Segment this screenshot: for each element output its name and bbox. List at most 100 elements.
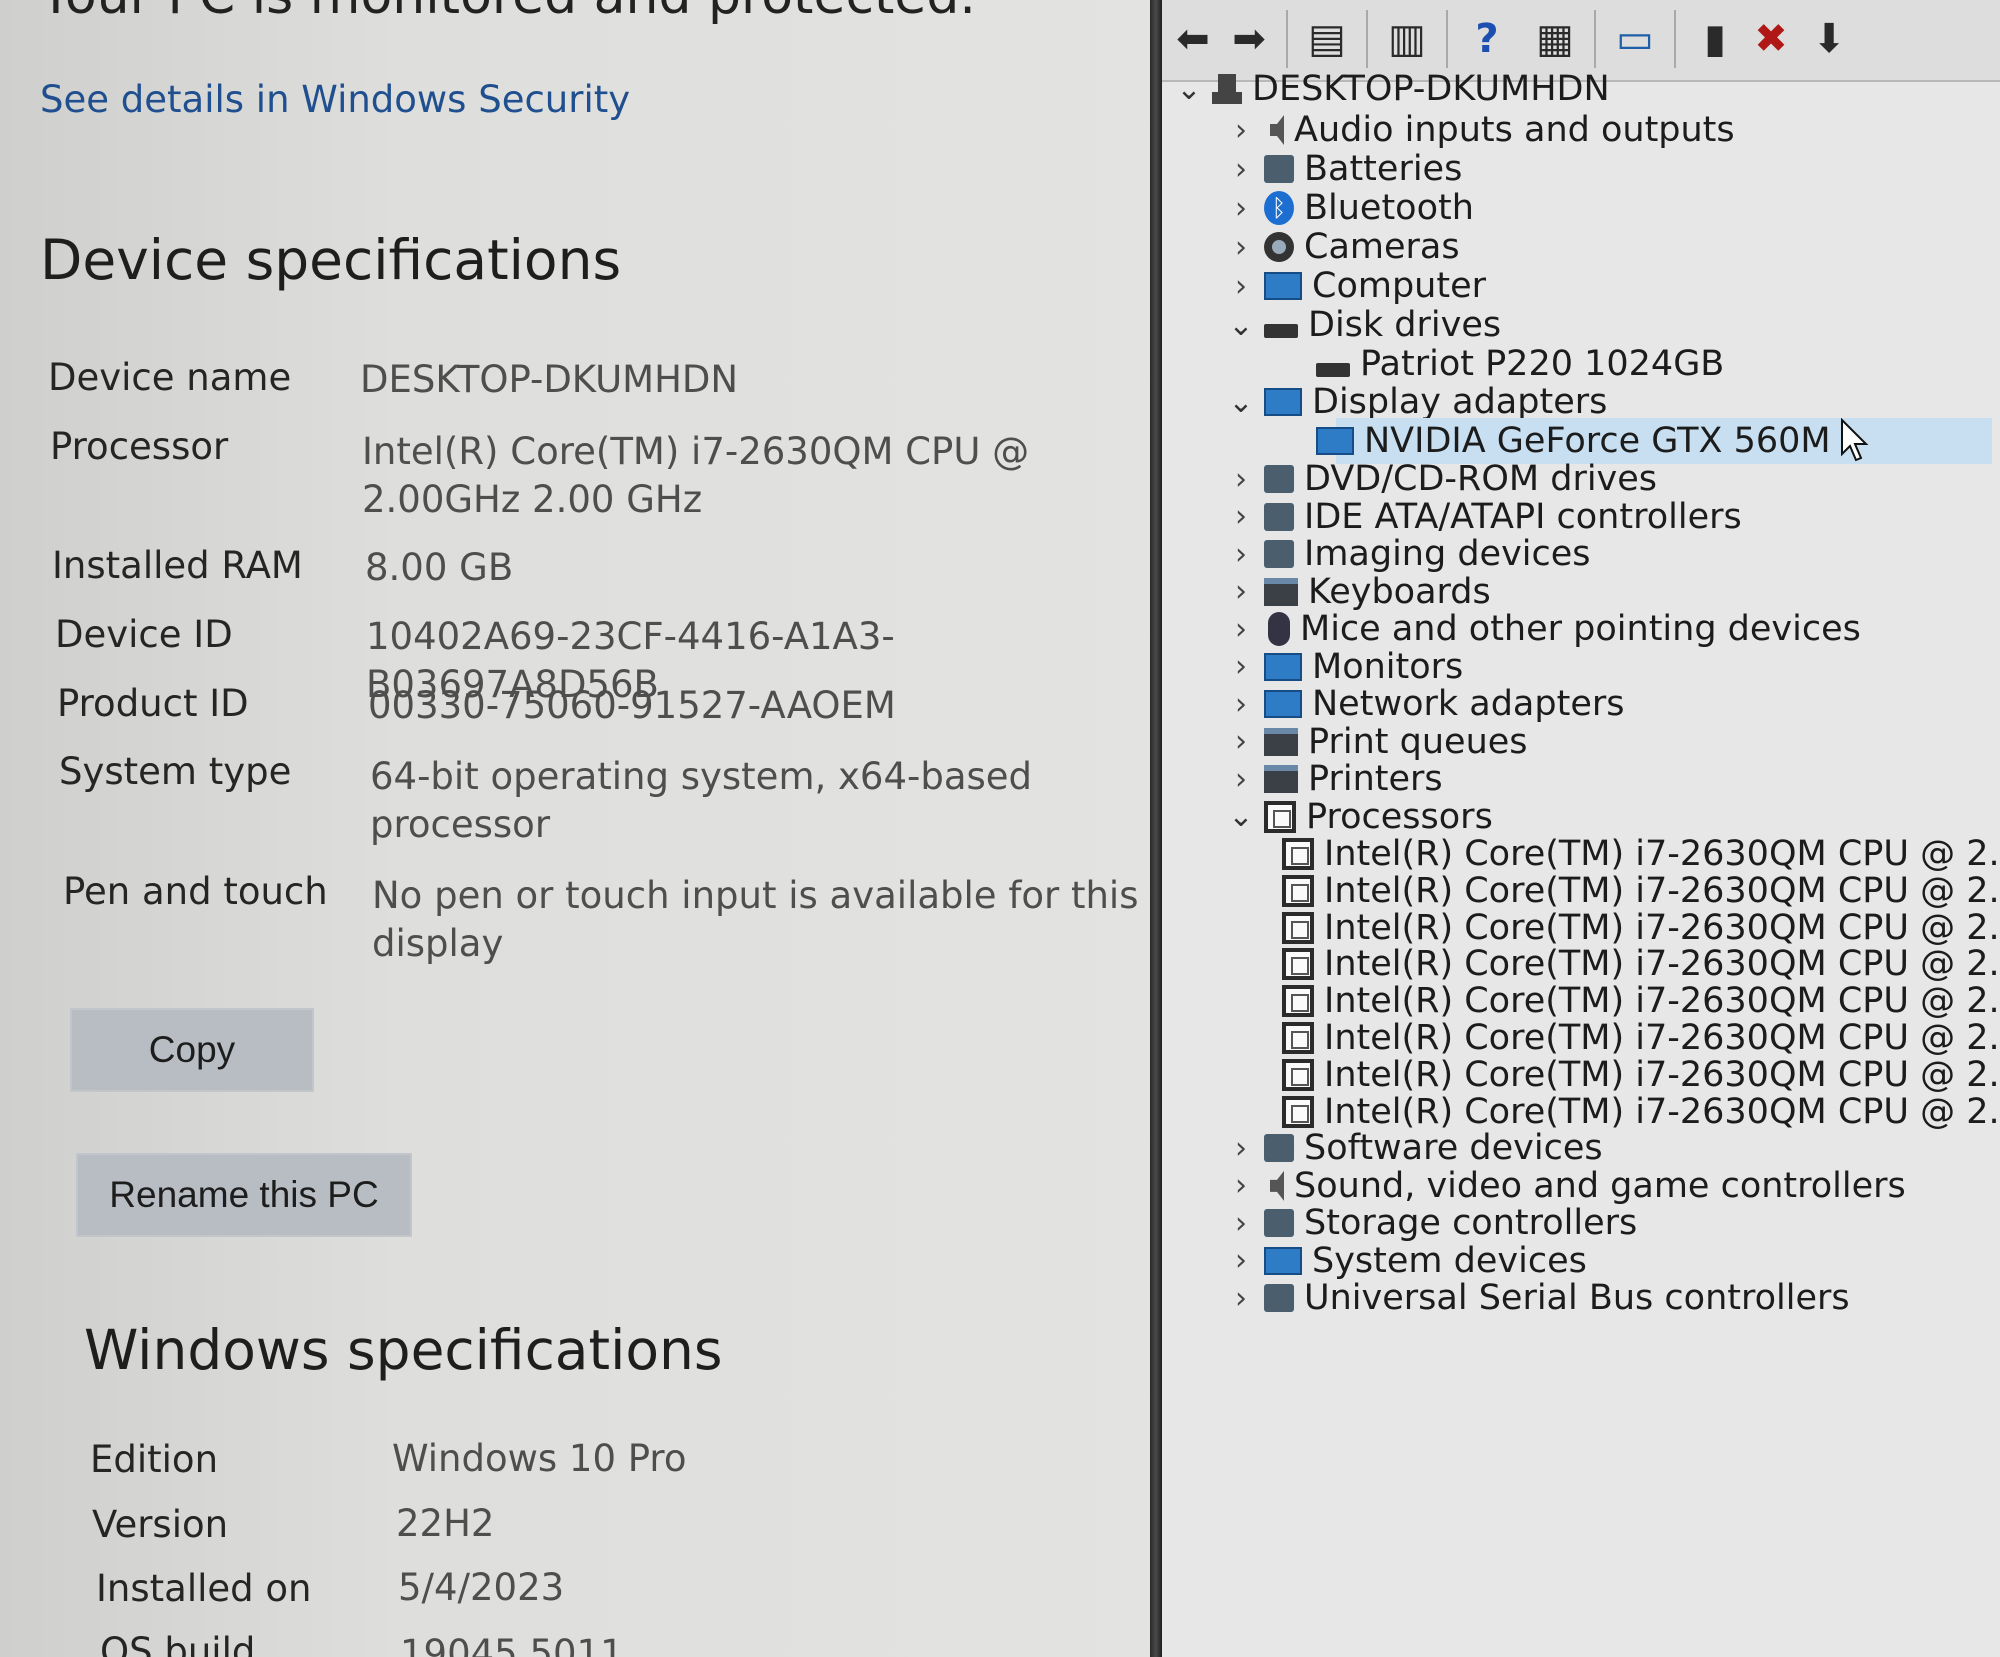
chevron-right-icon[interactable]: › — [1224, 537, 1258, 572]
device-manager-window: ⬅ ➡ ▤ ▥ ? ▦ ▭ ▮ ✖ ⬇ ⌄ DESKTOP-DKUMHDN › Aud… — [1162, 0, 2000, 1657]
arrow-right-icon[interactable]: ➡ — [1224, 14, 1274, 64]
spec-label-installed-ram: Installed RAM — [52, 544, 303, 587]
keyboard-icon — [1264, 577, 1298, 606]
pen-touch-line-2: display — [372, 922, 504, 965]
tree-node-label: Cameras — [1304, 227, 1460, 267]
computer-root-icon — [1212, 74, 1242, 104]
bluetooth-icon: ᛒ — [1264, 191, 1294, 225]
details-icon[interactable]: ▥ — [1382, 14, 1432, 64]
software-device-icon — [1264, 1134, 1294, 1163]
battery-icon — [1264, 155, 1294, 183]
spec-label-version: Version — [92, 1503, 229, 1546]
properties-icon[interactable]: ▤ — [1302, 14, 1352, 64]
chevron-right-icon[interactable]: › — [1224, 499, 1258, 534]
view-icon[interactable]: ▦ — [1530, 14, 1580, 64]
chevron-right-icon[interactable]: › — [1224, 1168, 1258, 1203]
dvd-drive-icon — [1264, 465, 1294, 493]
arrow-left-icon[interactable]: ⬅ — [1168, 14, 1218, 64]
usb-controller-icon — [1264, 1284, 1294, 1313]
add-driver-icon[interactable]: ▮ — [1690, 14, 1740, 64]
spec-value-installed-on: 5/4/2023 — [398, 1566, 565, 1609]
ide-controller-icon — [1264, 502, 1294, 531]
tree-node-label: NVIDIA GeForce GTX 560M — [1358, 421, 1837, 461]
processor-line-1: Intel(R) Core(TM) i7-2630QM CPU @ — [362, 430, 1030, 473]
tree-node-label: Display adapters — [1312, 382, 1608, 422]
tree-node-label: DESKTOP-DKUMHDN — [1252, 69, 1610, 109]
processor-line-2: 2.00GHz 2.00 GHz — [362, 478, 703, 521]
chevron-right-icon[interactable]: › — [1224, 1281, 1258, 1316]
windows-security-link[interactable]: See details in Windows Security — [40, 78, 630, 121]
chevron-right-icon[interactable]: › — [1224, 612, 1258, 647]
chevron-right-icon[interactable]: › — [1224, 462, 1258, 497]
help-icon[interactable]: ? — [1462, 14, 1512, 64]
about-settings-pane: Your PC is monitored and protected. See … — [0, 0, 1150, 1657]
tree-node-label: Patriot P220 1024GB — [1360, 344, 1725, 384]
spec-value-processor: Intel(R) Core(TM) i7-2630QM CPU @ 2.00GH… — [362, 428, 1150, 524]
rename-pc-button[interactable]: Rename this PC — [78, 1155, 410, 1235]
processor-icon — [1282, 911, 1314, 944]
disk-drive-icon — [1316, 363, 1350, 377]
spec-label-system-type: System type — [59, 750, 292, 793]
spec-value-version: 22H2 — [396, 1502, 495, 1545]
chevron-right-icon[interactable]: › — [1224, 1131, 1258, 1166]
tree-node-label: Computer — [1312, 266, 1486, 306]
display-adapter-icon — [1264, 388, 1302, 416]
chevron-right-icon[interactable]: › — [1224, 191, 1258, 226]
tree-node-label: Universal Serial Bus controllers — [1304, 1278, 1850, 1319]
processor-icon — [1282, 1095, 1314, 1128]
chevron-right-icon[interactable]: › — [1224, 269, 1258, 304]
windows-specifications-heading: Windows specifications — [84, 1318, 723, 1382]
processor-icon — [1282, 985, 1314, 1018]
chevron-right-icon[interactable]: › — [1224, 230, 1258, 265]
spec-label-device-id: Device ID — [55, 613, 233, 656]
tree-node-label: Batteries — [1304, 149, 1463, 189]
spec-value-product-id: 00330-75060-91527-AAOEM — [368, 684, 896, 727]
chevron-right-icon[interactable]: › — [1224, 724, 1258, 759]
spec-label-installed-on: Installed on — [96, 1567, 312, 1610]
chevron-down-icon[interactable]: ⌄ — [1172, 72, 1206, 107]
chevron-right-icon[interactable]: › — [1224, 762, 1258, 797]
sound-controller-icon — [1270, 1170, 1284, 1201]
monitor-scan-icon[interactable]: ▭ — [1610, 14, 1660, 64]
spec-value-pen-touch: No pen or touch input is available for t… — [372, 872, 1150, 968]
computer-icon — [1264, 272, 1302, 300]
spec-label-edition: Edition — [90, 1438, 219, 1481]
chevron-right-icon[interactable]: › — [1224, 574, 1258, 609]
chevron-right-icon[interactable]: › — [1224, 1243, 1258, 1278]
chevron-right-icon[interactable]: › — [1224, 113, 1258, 148]
chevron-right-icon[interactable]: › — [1224, 687, 1258, 722]
update-driver-icon[interactable]: ⬇ — [1804, 14, 1854, 64]
mouse-cursor-icon — [1841, 418, 1869, 462]
spec-value-edition: Windows 10 Pro — [392, 1437, 687, 1480]
network-adapter-icon — [1264, 690, 1302, 718]
printer-icon — [1264, 765, 1298, 793]
chevron-right-icon[interactable]: › — [1224, 1206, 1258, 1241]
mouse-icon — [1268, 612, 1290, 646]
uninstall-x-icon[interactable]: ✖ — [1746, 14, 1796, 64]
spec-value-device-name: DESKTOP-DKUMHDN — [360, 358, 739, 401]
tree-root-desktop[interactable]: ⌄ DESKTOP-DKUMHDN — [1172, 66, 1992, 112]
tree-node-label: Audio inputs and outputs — [1294, 110, 1735, 150]
spec-label-os-build: OS build — [100, 1630, 256, 1657]
storage-controller-icon — [1264, 1209, 1294, 1238]
spec-label-device-name: Device name — [48, 356, 292, 399]
chevron-right-icon[interactable]: › — [1224, 152, 1258, 187]
chevron-down-icon[interactable]: ⌄ — [1224, 799, 1258, 834]
spec-label-processor: Processor — [50, 425, 229, 468]
processor-icon — [1282, 948, 1314, 981]
disk-drive-icon — [1264, 324, 1298, 338]
category-universal-serial-bus-controllers[interactable]: › Universal Serial Bus controllers — [1224, 1275, 1992, 1321]
chevron-down-icon[interactable]: ⌄ — [1224, 308, 1258, 343]
speaker-icon — [1270, 115, 1284, 145]
tree-node-label: Disk drives — [1308, 305, 1502, 345]
copy-button[interactable]: Copy — [72, 1010, 312, 1090]
processor-icon — [1282, 1058, 1314, 1091]
spec-value-installed-ram: 8.00 GB — [365, 546, 514, 589]
chevron-down-icon[interactable]: ⌄ — [1224, 385, 1258, 420]
processor-icon — [1264, 800, 1296, 833]
system-type-line-2: processor — [370, 803, 551, 846]
system-device-icon — [1264, 1246, 1302, 1275]
chevron-right-icon[interactable]: › — [1224, 649, 1258, 684]
processor-icon — [1282, 838, 1314, 870]
